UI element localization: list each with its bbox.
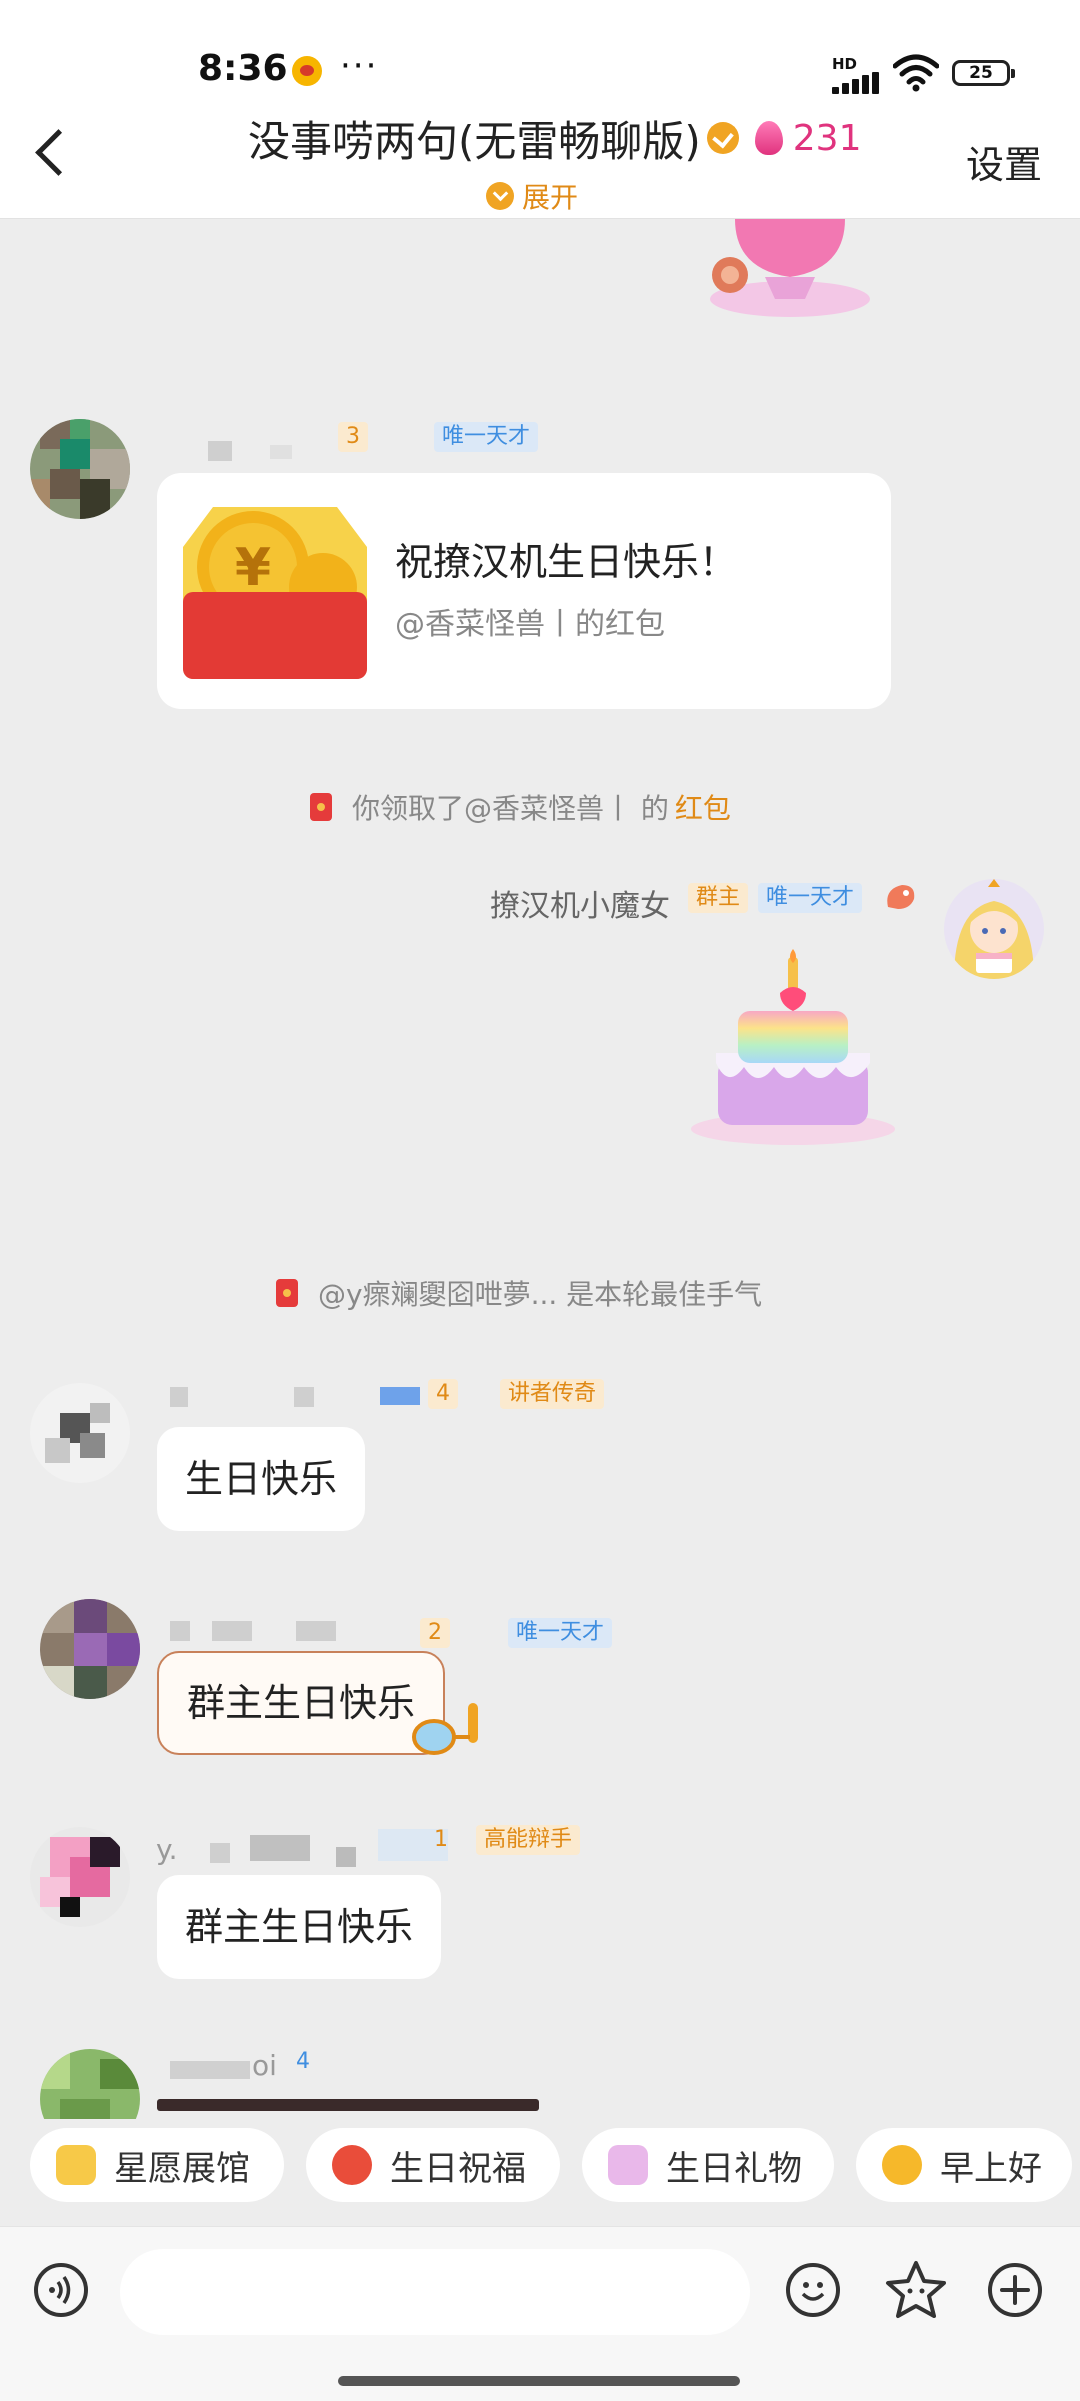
system-message: @y瘝斓夓囵呭夢... 是本轮最佳手气 bbox=[276, 1273, 762, 1313]
svg-text:¥: ¥ bbox=[235, 538, 271, 598]
level-number: 1 bbox=[434, 1827, 448, 1852]
level-badge: 1 bbox=[426, 1825, 456, 1855]
sender-name-prefix: y. bbox=[156, 1833, 178, 1866]
message-bubble-partial[interactable] bbox=[157, 2099, 539, 2111]
voice-button[interactable] bbox=[34, 2263, 88, 2317]
gift-cake-icon bbox=[608, 2145, 648, 2185]
member-tag: 唯一天才 bbox=[434, 422, 539, 452]
sender-name-blurred bbox=[170, 2061, 250, 2079]
sender-name-blurred bbox=[250, 1835, 310, 1861]
sender-name-blurred bbox=[294, 1387, 314, 1407]
quick-reply-birthday-wish[interactable]: 生日祝福 bbox=[306, 2128, 560, 2202]
member-tag: 讲者传奇 bbox=[500, 1379, 605, 1409]
owner-avatar[interactable] bbox=[944, 879, 1044, 979]
system-message-text: @y瘝斓夓囵呭夢... 是本轮最佳手气 bbox=[318, 1278, 763, 1311]
add-button[interactable] bbox=[988, 2263, 1042, 2317]
smiley-icon bbox=[801, 2282, 825, 2301]
expand-label: 展开 bbox=[522, 181, 579, 214]
avatar[interactable] bbox=[30, 1383, 130, 1483]
chat-message-list[interactable]: 3 唯一天才 ¥ 祝撩汉机生日快乐！ @香菜怪兽丨的红包 你领取了@香菜怪兽丨 … bbox=[0, 219, 1080, 2119]
chevron-down-icon bbox=[486, 182, 514, 210]
voice-icon bbox=[49, 2276, 71, 2304]
red-packet-card[interactable]: ¥ 祝撩汉机生日快乐！ @香菜怪兽丨的红包 bbox=[157, 473, 891, 709]
level-number: 4 bbox=[296, 2049, 310, 2074]
red-packet-link[interactable]: 红包 bbox=[675, 787, 731, 827]
goggles-icon bbox=[412, 1703, 478, 1755]
fire-icon bbox=[754, 121, 783, 155]
quick-reply-label: 星愿展馆 bbox=[114, 2148, 250, 2189]
back-button[interactable] bbox=[28, 122, 78, 182]
sender-name-blurred bbox=[270, 445, 292, 459]
member-tag: 唯一天才 bbox=[758, 883, 863, 913]
level-badge: 3 bbox=[338, 422, 368, 452]
group-title: 没事唠两句(无雷畅聊版) bbox=[248, 116, 701, 166]
quick-reply-label: 早上好 bbox=[940, 2148, 1042, 2189]
red-packet-small-icon bbox=[276, 1279, 298, 1307]
member-tag: 高能辩手 bbox=[476, 1825, 581, 1855]
battery-icon: 25 bbox=[952, 60, 1015, 86]
quick-reply-birthday-gift[interactable]: 生日礼物 bbox=[582, 2128, 834, 2202]
message-bubble[interactable]: 群主生日快乐 bbox=[157, 1875, 442, 1979]
plus-icon bbox=[1000, 2275, 1030, 2305]
message-input[interactable] bbox=[120, 2249, 750, 2335]
sender-name-blurred bbox=[336, 1847, 356, 1867]
quick-reply-label: 生日祝福 bbox=[390, 2148, 526, 2189]
wifi-icon bbox=[893, 54, 939, 92]
system-message-text: 你领取了@香菜怪兽丨 的 bbox=[352, 792, 669, 825]
level-number: 2 bbox=[428, 1620, 442, 1645]
status-time: 8:36 bbox=[198, 48, 288, 89]
network-type: HD bbox=[832, 55, 858, 73]
level-badge: 4 bbox=[428, 1379, 458, 1409]
emoji-button[interactable] bbox=[786, 2263, 840, 2317]
cake-icon bbox=[332, 2145, 372, 2185]
input-bar bbox=[0, 2226, 1080, 2401]
sender-name-blurred bbox=[170, 1387, 188, 1407]
system-message: 你领取了@香菜怪兽丨 的 红包 bbox=[310, 787, 731, 827]
sender-name-suffix: oi bbox=[252, 2049, 277, 2082]
level-number: 3 bbox=[346, 424, 360, 449]
shrimp-icon bbox=[887, 885, 915, 909]
sender-name-blurred bbox=[380, 1387, 420, 1405]
owner-tag: 群主 bbox=[688, 883, 749, 913]
home-indicator[interactable] bbox=[338, 2376, 740, 2386]
sunflower-icon bbox=[882, 2145, 922, 2185]
verified-badge-icon bbox=[706, 122, 739, 154]
sender-name-blurred bbox=[212, 1621, 252, 1641]
sticker-button[interactable] bbox=[884, 2259, 948, 2321]
quick-reply-good-morning[interactable]: 早上好 bbox=[856, 2128, 1072, 2202]
sender-name-blurred bbox=[208, 441, 232, 461]
avatar[interactable] bbox=[40, 2049, 140, 2119]
level-badge: 4 bbox=[288, 2047, 318, 2077]
dessert-sticker bbox=[710, 219, 870, 317]
birthday-cake-sticker bbox=[691, 949, 895, 1145]
chat-header: 没事唠两句(无雷畅聊版) 231 设置 展开 bbox=[0, 100, 1080, 219]
member-tag: 唯一天才 bbox=[508, 1618, 613, 1648]
expand-button[interactable]: 展开 bbox=[486, 176, 578, 216]
red-packet-small-icon bbox=[310, 793, 332, 821]
star-wish-icon bbox=[56, 2145, 96, 2185]
level-badge: 2 bbox=[420, 1618, 450, 1648]
red-packet-title: 祝撩汉机生日快乐！ bbox=[395, 540, 738, 584]
weibo-notification-icon bbox=[292, 56, 322, 86]
sender-name-blurred bbox=[296, 1621, 336, 1641]
level-number: 4 bbox=[436, 1381, 450, 1406]
sender-name: 撩汉机小魔女 bbox=[490, 889, 670, 924]
signal-icon bbox=[832, 72, 880, 94]
avatar[interactable] bbox=[30, 1827, 130, 1927]
sender-name-blurred bbox=[210, 1843, 230, 1863]
red-packet-sender: @香菜怪兽丨的红包 bbox=[395, 607, 665, 642]
sender-name-blurred bbox=[170, 1621, 190, 1641]
member-count: 231 bbox=[792, 117, 862, 159]
more-notifications-icon: ··· bbox=[340, 46, 379, 86]
message-bubble[interactable]: 群主生日快乐 bbox=[157, 1651, 446, 1755]
group-title-area[interactable]: 没事唠两句(无雷畅聊版) 231 bbox=[248, 108, 862, 168]
message-bubble[interactable]: 生日快乐 bbox=[157, 1427, 366, 1531]
avatar[interactable] bbox=[30, 419, 130, 519]
settings-button[interactable]: 设置 bbox=[966, 134, 1042, 189]
quick-reply-star-wish[interactable]: 星愿展馆 bbox=[30, 2128, 284, 2202]
red-packet-icon: ¥ bbox=[183, 507, 367, 679]
quick-reply-label: 生日礼物 bbox=[666, 2148, 802, 2189]
avatar[interactable] bbox=[40, 1599, 140, 1699]
